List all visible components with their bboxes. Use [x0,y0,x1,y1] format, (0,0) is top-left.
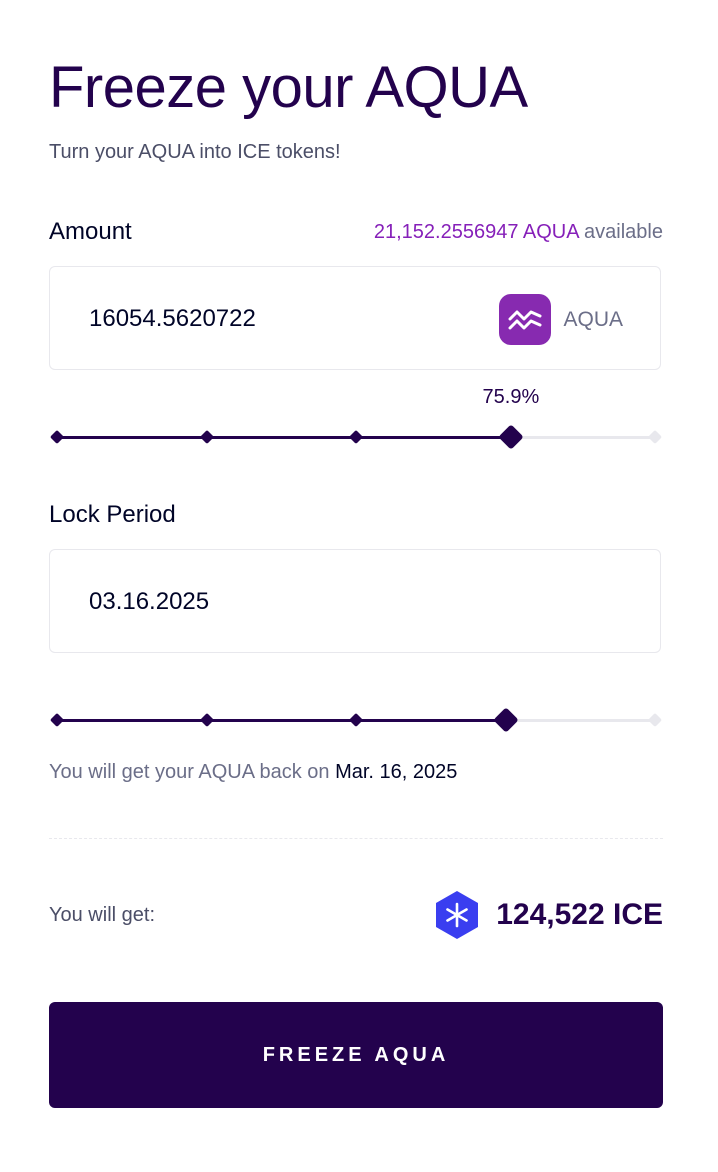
page-title: Freeze your AQUA [49,55,528,120]
lock-period-label: Lock Period [49,501,176,528]
slider-step-mark[interactable] [348,429,364,445]
slider-fill [57,436,511,439]
slider-step-mark[interactable] [49,429,65,445]
result-amount: 124,522 ICE [496,898,663,931]
asset-code: AQUA [563,307,623,331]
slider-fill [57,719,506,722]
result-value: 124,522 ICE [434,890,663,940]
lock-date-value[interactable]: 03.16.2025 [89,586,209,618]
result-label: You will get: [49,904,155,926]
available-suffix: available [578,221,663,243]
asset-selector: AQUA [499,294,623,345]
slider-percent-label: 75.9% [482,386,540,408]
slider-step-mark[interactable] [647,712,663,728]
slider-thumb[interactable] [498,424,524,450]
slider-step-mark[interactable] [199,429,214,445]
amount-label: Amount [49,218,132,245]
return-date: Mar. 16, 2025 [335,761,458,783]
available-balance[interactable]: 21,152.2556947 AQUA available [374,218,663,246]
return-note-prefix: You will get your AQUA back on [49,761,336,783]
page-subtitle: Turn your AQUA into ICE tokens! [49,141,341,163]
available-amount[interactable]: 21,152.2556947 AQUA [374,221,579,243]
lock-period-field[interactable]: 03.16.2025 [49,549,661,653]
aqua-logo-icon [499,294,552,345]
return-date-note: You will get your AQUA back on Mar. 16, … [49,758,457,786]
slider-thumb[interactable] [492,707,519,733]
divider [49,838,663,839]
amount-input-value[interactable]: 16054.5620722 [89,303,256,335]
slider-step-mark[interactable] [647,429,663,445]
slider-step-mark[interactable] [348,712,364,728]
freeze-aqua-button[interactable]: FREEZE AQUA [49,1002,663,1108]
lock-period-slider[interactable] [49,703,663,737]
amount-field[interactable]: 16054.5620722 AQUA [49,266,661,370]
ice-token-icon [436,891,479,939]
amount-slider[interactable]: 75.9% [49,386,663,454]
slider-step-mark[interactable] [199,712,214,728]
slider-step-mark[interactable] [49,712,65,728]
